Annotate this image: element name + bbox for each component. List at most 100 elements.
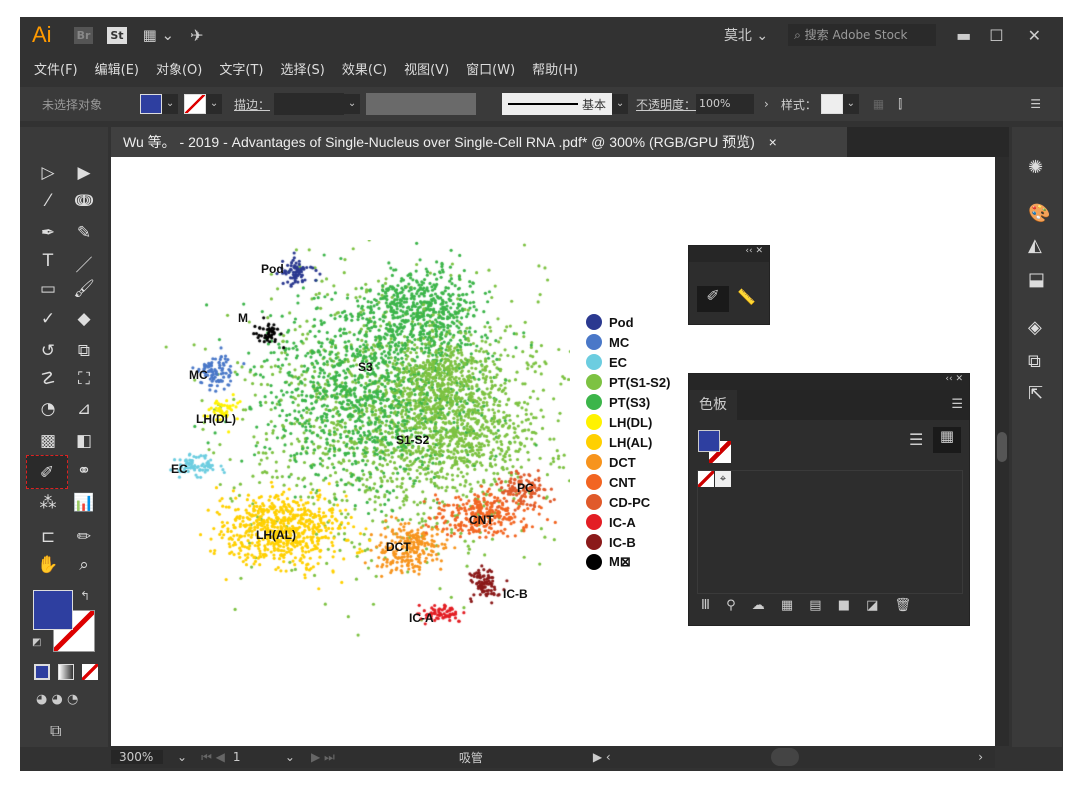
collapse-icon[interactable]: ‹‹ [945,374,952,384]
collapse-icon[interactable]: ‹‹ [745,246,752,256]
horizontal-scroll-thumb[interactable] [770,748,799,766]
menu-view[interactable]: 视图(V) [404,59,449,78]
layers-icon[interactable]: ◈ [1028,317,1042,338]
close-window-button[interactable]: ✕ [1028,26,1041,45]
eyedropper-tool-icon[interactable]: ✐ [26,455,68,489]
variable-width-profile[interactable] [366,93,477,115]
fill-swatch[interactable] [140,94,163,114]
blend-tool-icon[interactable]: ⚭ [70,461,98,481]
brush-dropdown[interactable]: ⌄ [612,94,629,114]
zoom-tool-icon[interactable]: ⌕ [70,555,98,575]
menu-type[interactable]: 文字(T) [219,59,263,78]
list-view-icon[interactable]: ☰ [909,430,923,449]
menu-help[interactable]: 帮助(H) [532,59,578,78]
scroll-right-arrow[interactable]: › [978,750,983,764]
menu-effect[interactable]: 效果(C) [342,59,387,78]
scale-tool-icon[interactable]: ⧉ [70,341,98,361]
warp-tool-icon[interactable]: ☡ [34,369,62,389]
menu-edit[interactable]: 编辑(E) [95,59,139,78]
opacity-label[interactable]: 不透明度： [636,96,696,113]
export-icon[interactable]: ⬓ [1028,269,1045,290]
screen-mode-icon[interactable]: ⧉ [50,721,61,741]
grid-view-icon[interactable]: ▦ [933,427,961,453]
gradient-mode-button[interactable] [58,664,74,680]
align-icon[interactable]: ⫿ [898,97,902,112]
opacity-input[interactable]: 100% [696,94,755,114]
graphic-style-swatch[interactable] [820,94,843,114]
shape-builder-icon[interactable]: ◔ [34,399,62,419]
curvature-tool-icon[interactable]: ✎ [70,223,98,243]
default-colors-icon[interactable]: ◩ [32,637,41,648]
registration-swatch[interactable]: ⌖ [715,471,731,487]
artboards-icon[interactable]: ⧉ [1028,351,1041,372]
next-page-button[interactable]: ▶ ⏭ [311,750,335,765]
swatches-tab[interactable]: 色板 [689,390,737,420]
panel-menu-icon[interactable]: ☰ [1030,97,1041,111]
stock-button[interactable]: St [107,26,127,44]
none-mode-button[interactable] [82,664,98,680]
color-palette-icon[interactable]: 🎨 [1028,203,1050,224]
measure-tool-icon[interactable]: 📏 [737,288,756,306]
fill-swatch-preview[interactable] [698,430,720,452]
stock-search-input[interactable]: ⌕ 搜索 Adobe Stock [788,24,937,46]
hand-tool-icon[interactable]: ✋ [34,555,62,575]
close-tab-button[interactable]: × [769,134,777,150]
transparency-icon[interactable]: ◭ [1028,235,1042,256]
maximize-button[interactable]: ☐ [989,26,1003,45]
shaper-tool-icon[interactable]: ✓ [34,309,62,329]
fill-color-box[interactable] [33,590,73,630]
eyedropper-tool-icon[interactable]: ✐ [697,286,729,312]
close-panel-icon[interactable]: ✕ [755,246,763,256]
stroke-label[interactable]: 描边： [234,96,270,113]
eraser-icon[interactable]: ◆ [70,309,98,329]
stroke-weight-input[interactable] [274,93,345,115]
menu-select[interactable]: 选择(S) [280,59,324,78]
bridge-button[interactable]: Br [73,26,94,44]
scroll-thumb[interactable] [997,432,1007,462]
vertical-scrollbar[interactable] [995,157,1009,746]
fill-dropdown[interactable]: ⌄ [162,94,179,114]
zoom-level[interactable]: 300% [111,750,163,764]
brush-definition[interactable]: 基本 [502,93,613,115]
menu-file[interactable]: 文件(F) [34,59,78,78]
opacity-arrow[interactable]: › [764,97,769,111]
stroke-dropdown[interactable]: ⌄ [206,94,223,114]
stroke-swatch[interactable] [184,94,207,114]
free-transform-icon[interactable]: ⛶ [70,369,98,389]
swatches-footer-icons[interactable]: Ⅲ ⚲ ☁ ▦ ▤ ■ ◪ 🗑 [701,598,911,613]
magic-wand-icon[interactable]: ⁄ [34,191,62,211]
minimize-button[interactable]: ▬ [956,26,971,45]
asset-export-icon[interactable]: ⇱ [1028,383,1043,404]
none-swatch[interactable] [698,471,714,487]
gradient-tool-icon[interactable]: ◧ [70,431,98,451]
recolor-icon[interactable]: ▦ [873,97,884,111]
page-number[interactable]: 1 [233,750,281,764]
type-tool-icon[interactable]: T [34,251,62,271]
style-dropdown[interactable]: ⌄ [842,94,859,114]
lasso-icon[interactable]: ↈ [70,191,98,211]
panel-options-icon[interactable]: ☰ [951,397,963,412]
symbol-sprayer-icon[interactable]: ⁂ [34,493,62,513]
page-dropdown[interactable]: ⌄ [285,750,295,764]
menu-object[interactable]: 对象(O) [156,59,202,78]
slice-tool-icon[interactable]: ✏ [70,527,98,547]
zoom-dropdown[interactable]: ⌄ [177,750,187,764]
arrange-documents-icon[interactable]: ▦ ⌄ [143,26,175,44]
paintbrush-icon[interactable]: 🖌 [70,279,98,299]
color-guide-icon[interactable]: ✺ [1028,157,1043,178]
document-tab[interactable]: Wu 等。 - 2019 - Advantages of Single-Nucl… [111,127,847,157]
mesh-tool-icon[interactable]: ▩ [34,431,62,451]
selection-tool-icon[interactable]: ▷ [34,163,62,183]
draw-mode-icons[interactable]: ◕ ◕ ◔ [36,692,78,707]
color-mode-button[interactable] [34,664,50,680]
menu-window[interactable]: 窗口(W) [466,59,515,78]
close-panel-icon[interactable]: ✕ [955,374,963,384]
artboard-tool-icon[interactable]: ⊏ [34,527,62,547]
first-page-button[interactable]: ⏮ ◀ [201,750,225,765]
direct-selection-tool-icon[interactable]: ▶ [70,163,98,183]
rectangle-tool-icon[interactable]: ▭ [34,279,62,299]
gpu-rocket-icon[interactable]: ✈ [190,26,203,45]
pen-tool-icon[interactable]: ✒ [34,223,62,243]
workspace-switcher[interactable]: 莫北 ⌄ [724,25,768,45]
line-tool-icon[interactable]: ／ [70,251,98,276]
